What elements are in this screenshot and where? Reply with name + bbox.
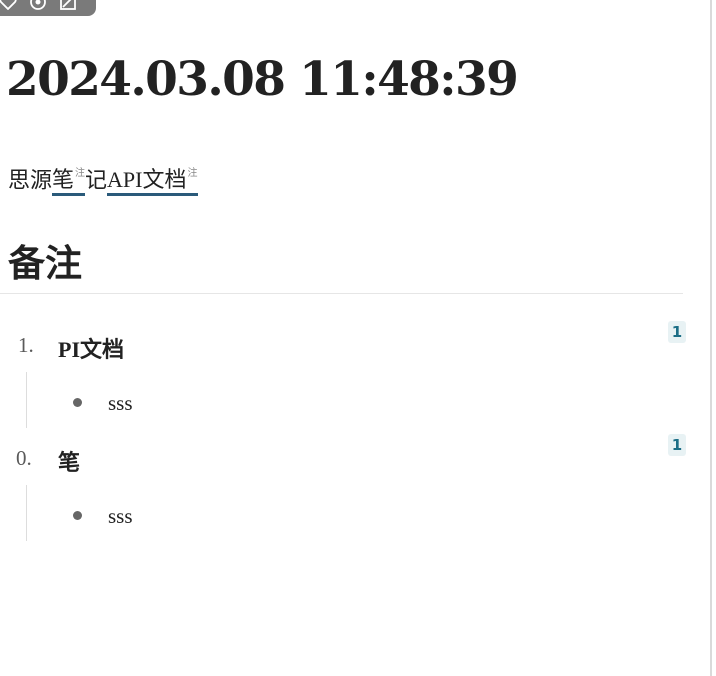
bullet-icon[interactable] xyxy=(73,398,82,407)
heart-icon[interactable] xyxy=(0,0,18,12)
eye-icon[interactable] xyxy=(28,0,48,12)
divider xyxy=(0,293,683,294)
paragraph-text: 记 xyxy=(85,167,108,193)
list-number: 0. xyxy=(16,446,32,470)
notes-heading: 备注 xyxy=(8,241,82,285)
list-item-title: 笔 xyxy=(58,450,81,475)
ref-count-badge[interactable]: 1 xyxy=(668,321,686,343)
list-item-title: PI文档 xyxy=(58,337,125,362)
block-toolbar xyxy=(0,0,96,16)
list-guide-line xyxy=(26,372,27,428)
bullet-icon[interactable] xyxy=(73,511,82,520)
page-title: 2024.03.08 11:48:39 xyxy=(6,52,519,107)
annotated-text: 笔 xyxy=(52,167,75,193)
annotated-text-link[interactable]: API文档注 xyxy=(107,167,198,197)
annotated-text-link[interactable]: 笔注 xyxy=(52,167,86,197)
annotation-marker[interactable]: 注 xyxy=(75,168,85,179)
list-number: 1. xyxy=(18,333,34,357)
edit-icon[interactable] xyxy=(58,0,78,12)
list-item[interactable]: 1. PI文档 1 xyxy=(0,321,700,370)
list-guide-line xyxy=(26,485,27,541)
list-item-text: sss xyxy=(108,391,133,415)
ref-count-badge[interactable]: 1 xyxy=(668,434,686,456)
annotated-text: API文档 xyxy=(107,167,187,193)
paragraph-text: 思源 xyxy=(8,167,53,193)
panel-divider[interactable] xyxy=(710,0,716,676)
document-page: 2024.03.08 11:48:39 思源笔注记API文档注 备注 1. PI… xyxy=(0,0,716,676)
list-item[interactable]: 0. 笔 1 xyxy=(0,434,700,483)
annotation-marker[interactable]: 注 xyxy=(188,168,198,179)
content-paragraph: 思源笔注记API文档注 xyxy=(8,160,198,197)
list-item-text: sss xyxy=(108,504,133,528)
